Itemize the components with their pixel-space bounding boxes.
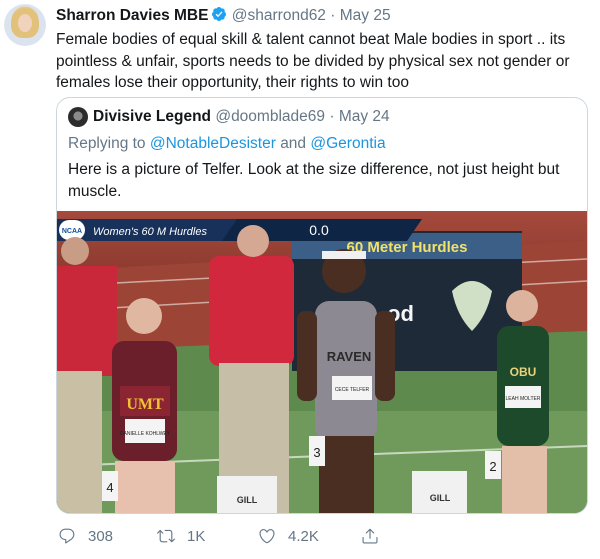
retweet-button[interactable]: 1K xyxy=(157,527,205,545)
quoted-author-avatar xyxy=(68,107,88,127)
tweet-header: Sharron Davies MBE @sharrond62 · May 25 xyxy=(56,6,391,25)
event-name: Women's 60 M Hurdles xyxy=(93,226,207,238)
race-photo-illustration: 60 Meter Hurdles od NCAA Women's 60 M Hu… xyxy=(57,211,587,513)
jersey-text: OBU xyxy=(510,365,537,379)
replying-and-label: and xyxy=(280,135,307,152)
verified-icon xyxy=(211,6,227,22)
reply-button[interactable]: 308 xyxy=(58,527,113,545)
tweet-actions: 308 1K 4.2K xyxy=(0,527,600,549)
like-count: 4.2K xyxy=(288,527,319,545)
jersey-text: UMT xyxy=(126,396,164,413)
jersey-text: RAVEN xyxy=(327,349,372,364)
lane-number: 2 xyxy=(489,459,496,474)
bib-text: CECE TELFER xyxy=(335,387,370,393)
replying-to-label: Replying to xyxy=(68,135,146,152)
quoted-tweet-text: Here is a picture of Telfer. Look at the… xyxy=(68,161,560,200)
author-name[interactable]: Sharron Davies MBE xyxy=(56,7,208,24)
separator-dot: · xyxy=(330,7,336,24)
replying-to-line: Replying to @NotableDesister and @Geront… xyxy=(68,135,386,153)
mention-link[interactable]: @NotableDesister xyxy=(150,135,276,152)
share-icon xyxy=(362,528,378,544)
avatar-face xyxy=(18,14,32,32)
lane-number: 4 xyxy=(106,480,113,495)
quoted-tweet[interactable]: Divisive Legend @doomblade69 · May 24 Re… xyxy=(56,97,588,514)
block-brand: GILL xyxy=(430,493,451,503)
quoted-tweet-photo[interactable]: 60 Meter Hurdles od NCAA Women's 60 M Hu… xyxy=(57,211,587,513)
official-center xyxy=(209,225,294,513)
retweet-icon xyxy=(157,529,175,543)
quoted-author-name: Divisive Legend xyxy=(93,108,212,125)
author-avatar[interactable] xyxy=(4,4,46,46)
like-icon xyxy=(259,529,275,544)
lane-number: 3 xyxy=(313,445,320,460)
mention-link[interactable]: @Gerontia xyxy=(310,135,385,152)
retweet-count: 1K xyxy=(187,527,206,545)
author-handle[interactable]: @sharrond62 xyxy=(232,7,326,24)
reply-count: 308 xyxy=(88,527,114,545)
tweet-date[interactable]: May 25 xyxy=(340,7,391,24)
share-button[interactable] xyxy=(361,527,391,545)
separator-dot: · xyxy=(329,108,335,125)
like-button[interactable]: 4.2K xyxy=(258,527,319,545)
quoted-tweet-header: Divisive Legend @doomblade69 · May 24 xyxy=(93,108,390,126)
tweet-text: Female bodies of equal skill & talent ca… xyxy=(56,31,570,91)
race-timer: 0.0 xyxy=(309,222,329,238)
block-brand: GILL xyxy=(237,495,258,505)
bib-text: LEAH MOLTER xyxy=(506,396,541,402)
ncaa-logo: NCAA xyxy=(62,228,82,235)
reply-icon xyxy=(59,528,75,544)
quoted-author-handle: @doomblade69 xyxy=(215,108,326,125)
quoted-tweet-date: May 24 xyxy=(338,108,390,125)
bib-text: DANIELLE KOHLWEY xyxy=(120,431,171,437)
